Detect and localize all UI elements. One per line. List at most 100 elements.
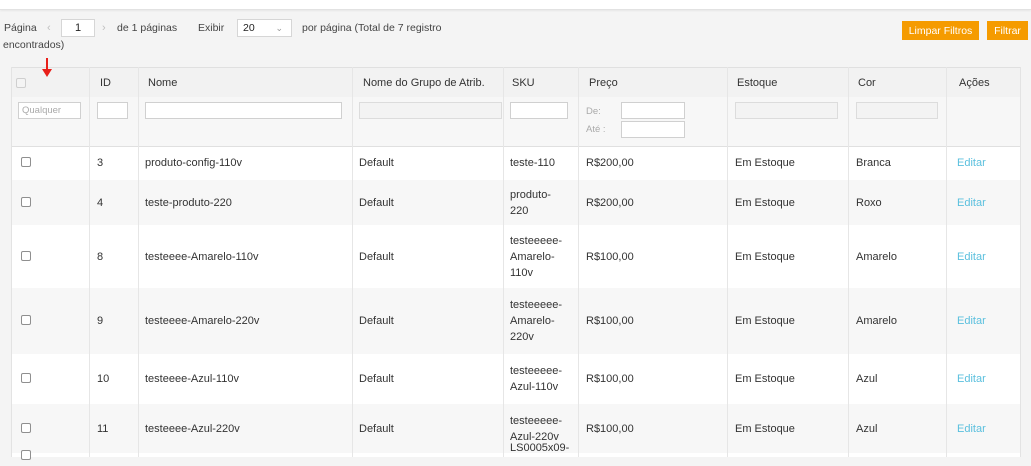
cell-nome: testeeee-Azul-110v bbox=[145, 373, 239, 385]
col-header-cor[interactable]: Cor bbox=[858, 77, 876, 89]
chevron-down-icon: ⌄ bbox=[275, 23, 283, 33]
cell-nome: teste-produto-220 bbox=[145, 197, 232, 209]
nome-filter-input[interactable] bbox=[145, 102, 342, 119]
grid-header: ID Nome Nome do Grupo de Atrib. SKU Preç… bbox=[12, 67, 1020, 99]
column-divider bbox=[352, 67, 353, 457]
column-divider bbox=[138, 67, 139, 457]
select-all-checkbox[interactable] bbox=[16, 78, 26, 88]
cell-preco: R$100,00 bbox=[586, 251, 634, 263]
cell-estoque: Em Estoque bbox=[735, 157, 795, 169]
cell-preco: R$200,00 bbox=[586, 197, 634, 209]
col-header-estoque[interactable]: Estoque bbox=[737, 77, 777, 89]
sku-line: testeeeee- bbox=[510, 365, 562, 377]
cell-grupo: Default bbox=[359, 251, 394, 263]
page-number-input[interactable]: 1 bbox=[61, 19, 95, 37]
filter-button[interactable]: Filtrar bbox=[987, 21, 1028, 40]
edit-link[interactable]: Editar bbox=[957, 250, 986, 265]
sku-line: produto- bbox=[510, 189, 551, 201]
row-checkbox[interactable] bbox=[21, 197, 31, 207]
cell-estoque: Em Estoque bbox=[735, 315, 795, 327]
sku-line: 110v bbox=[510, 267, 534, 279]
table-row: 8 testeeee-Amarelo-110v Default R$100,00 Em … bbox=[12, 225, 1020, 288]
price-to-input[interactable] bbox=[621, 121, 685, 138]
cell-grupo: Default bbox=[359, 157, 394, 169]
prev-page-icon[interactable]: ‹ bbox=[47, 22, 51, 34]
cell-id: 9 bbox=[97, 315, 104, 327]
column-divider bbox=[727, 67, 728, 457]
cell-id: 4 bbox=[97, 197, 104, 209]
cell-cor: Amarelo bbox=[856, 315, 897, 327]
cell-sku: testeeeee- Amarelo- 110v bbox=[510, 233, 562, 281]
id-filter-input[interactable] bbox=[97, 102, 128, 119]
sku-line: Amarelo- bbox=[510, 251, 555, 263]
sku-line: testeeeee- bbox=[510, 415, 562, 427]
cell-id: 11 bbox=[97, 423, 109, 435]
cor-filter-input[interactable] bbox=[856, 102, 938, 119]
top-bar bbox=[0, 0, 1031, 10]
row-checkbox[interactable] bbox=[21, 373, 31, 383]
cell-sku: testeeeee- Azul-110v bbox=[510, 363, 562, 395]
cell-cor: Azul bbox=[856, 423, 878, 435]
sku-line: 220v bbox=[510, 331, 534, 343]
per-page-select[interactable]: 20 ⌄ bbox=[237, 19, 292, 37]
row-checkbox[interactable] bbox=[21, 450, 31, 460]
cell-sku: teste-110 bbox=[510, 155, 555, 171]
cell-grupo: Default bbox=[359, 197, 394, 209]
records-found-text: encontrados) bbox=[3, 39, 65, 51]
grupo-filter-input[interactable] bbox=[359, 102, 502, 119]
col-header-nome[interactable]: Nome bbox=[148, 77, 177, 89]
cell-id: 10 bbox=[97, 373, 110, 385]
per-page-value: 20 bbox=[243, 22, 255, 34]
cell-nome: testeeee-Amarelo-110v bbox=[145, 251, 259, 263]
per-page-suffix: por página (Total de 7 registro bbox=[302, 22, 442, 34]
table-row: 4 teste-produto-220 Default R$200,00 Em Esto… bbox=[12, 180, 1020, 225]
cell-estoque: Em Estoque bbox=[735, 251, 795, 263]
row-checkbox[interactable] bbox=[21, 423, 31, 433]
any-filter-select[interactable]: Qualquer bbox=[18, 102, 81, 119]
cell-grupo: Default bbox=[359, 315, 394, 327]
cell-nome: testeeee-Azul-220v bbox=[145, 423, 240, 435]
col-header-grupo[interactable]: Nome do Grupo de Atrib. bbox=[363, 77, 485, 89]
cell-id: 3 bbox=[97, 157, 104, 169]
column-divider bbox=[946, 67, 947, 457]
cell-preco: R$100,00 bbox=[586, 373, 634, 385]
cell-cor: Amarelo bbox=[856, 251, 897, 263]
price-from-input[interactable] bbox=[621, 102, 685, 119]
col-header-sku[interactable]: SKU bbox=[512, 77, 535, 89]
sku-line: teste-110 bbox=[510, 157, 556, 169]
col-header-preco[interactable]: Preço bbox=[589, 77, 618, 89]
cell-cor: Roxo bbox=[856, 197, 882, 209]
row-checkbox[interactable] bbox=[21, 157, 31, 167]
edit-link[interactable]: Editar bbox=[957, 156, 986, 171]
row-checkbox[interactable] bbox=[21, 251, 31, 261]
grid-filter-row: Qualquer De: Até : bbox=[12, 97, 1020, 147]
cell-cor: Branca bbox=[856, 157, 891, 169]
red-arrow-annotation-icon bbox=[42, 58, 52, 77]
price-to-label: Até : bbox=[586, 124, 606, 135]
estoque-filter-input[interactable] bbox=[735, 102, 838, 119]
cell-id: 8 bbox=[97, 251, 104, 263]
edit-link[interactable]: Editar bbox=[957, 422, 986, 437]
sku-line: testeeeee- bbox=[510, 299, 562, 311]
col-header-acoes: Ações bbox=[959, 77, 990, 89]
col-header-id[interactable]: ID bbox=[100, 77, 111, 89]
clear-filters-button[interactable]: Limpar Filtros bbox=[902, 21, 979, 40]
edit-link[interactable]: Editar bbox=[957, 314, 986, 329]
edit-link[interactable]: Editar bbox=[957, 372, 986, 387]
cell-nome: produto-config-110v bbox=[145, 157, 243, 169]
sku-line: LS0005x09- bbox=[510, 442, 570, 454]
next-page-icon[interactable]: › bbox=[102, 22, 106, 34]
table-row: 10 testeeee-Azul-110v Default R$100,00 Em Es… bbox=[12, 354, 1020, 404]
cell-preco: R$100,00 bbox=[586, 423, 634, 435]
cell-estoque: Em Estoque bbox=[735, 373, 795, 385]
sku-line: Azul-110v bbox=[510, 381, 559, 393]
total-pages-text: de 1 páginas bbox=[117, 22, 178, 34]
cell-nome: testeeee-Amarelo-220v bbox=[145, 315, 260, 327]
edit-link[interactable]: Editar bbox=[957, 196, 986, 211]
cell-sku: LS0005x09- bbox=[510, 440, 569, 456]
sku-filter-input[interactable] bbox=[510, 102, 568, 119]
sku-line: testeeeee- bbox=[510, 235, 562, 247]
cell-preco: R$200,00 bbox=[586, 157, 634, 169]
row-checkbox[interactable] bbox=[21, 315, 31, 325]
table-row: 3 produto-config-110v Default R$200,00 Em Es… bbox=[12, 146, 1020, 180]
